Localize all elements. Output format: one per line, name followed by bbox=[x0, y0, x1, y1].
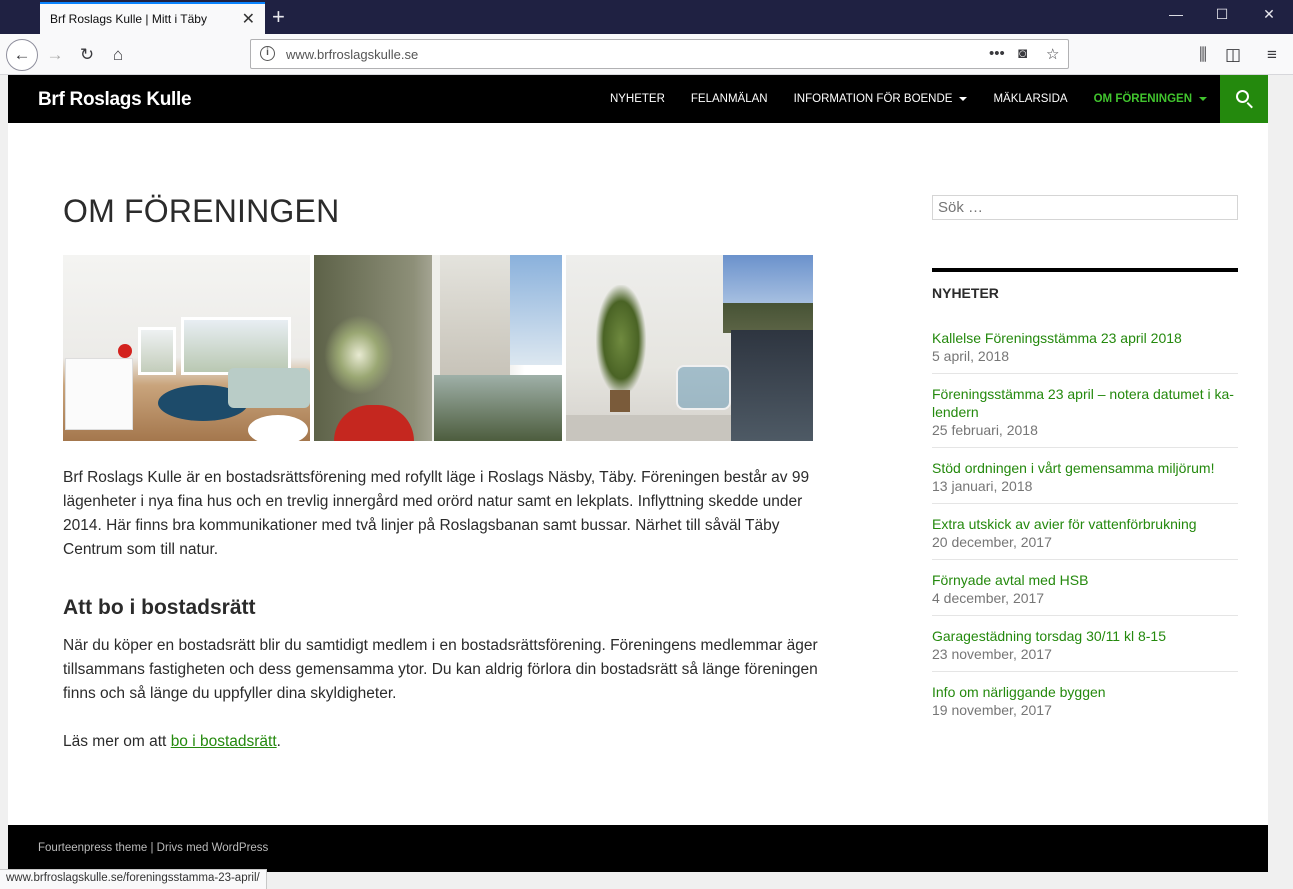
news-date: 23 november, 2017 bbox=[932, 646, 1052, 662]
news-link[interactable]: Garagestädning torsdag 30/11 kl 8-15 bbox=[932, 627, 1238, 645]
list-item: Info om närliggande byggen 19 november, … bbox=[932, 683, 1238, 727]
tab-close-icon[interactable]: ✕ bbox=[242, 9, 255, 29]
bookmark-star-icon[interactable]: ☆ bbox=[1046, 45, 1059, 63]
search-input[interactable] bbox=[933, 196, 1237, 219]
list-item: Förnyade avtal med HSB 4 december, 2017 bbox=[932, 571, 1238, 616]
pocket-icon[interactable]: ◙ bbox=[1018, 45, 1027, 62]
news-date: 5 april, 2018 bbox=[932, 348, 1010, 364]
list-item: Extra utskick av avier för vattenförbruk… bbox=[932, 515, 1238, 560]
news-date: 4 december, 2017 bbox=[932, 590, 1045, 606]
news-link[interactable]: Info om närliggande byggen bbox=[932, 683, 1238, 701]
footer-credits[interactable]: Fourteenpress theme | Drivs med WordPres… bbox=[38, 842, 268, 854]
section-paragraph: När du köper en bostadsrätt blir du samt… bbox=[63, 637, 818, 702]
news-date: 20 december, 2017 bbox=[932, 534, 1052, 550]
caret-down-icon bbox=[1199, 96, 1207, 101]
site-footer: Fourteenpress theme | Drivs med WordPres… bbox=[8, 825, 1268, 872]
new-tab-icon[interactable]: + bbox=[272, 4, 285, 30]
tab-title: Brf Roslags Kulle | Mitt i Täby bbox=[50, 12, 207, 26]
search-icon bbox=[1236, 90, 1249, 103]
library-icon[interactable]: ⫼ bbox=[1190, 42, 1216, 68]
menu-item-nyheter[interactable]: NYHETER bbox=[597, 75, 678, 123]
site-title[interactable]: Brf Roslags Kulle bbox=[38, 89, 192, 111]
widget-divider bbox=[932, 268, 1238, 272]
balcony-photo[interactable] bbox=[566, 255, 813, 441]
news-link[interactable]: Extra utskick av avier för vattenförbruk… bbox=[932, 515, 1238, 533]
search-toggle-button[interactable] bbox=[1220, 75, 1268, 123]
page-title: OM FÖRENINGEN bbox=[63, 193, 340, 229]
reload-icon[interactable]: ↻ bbox=[74, 42, 100, 68]
list-item: Stöd ordningen i vårt gemensamma miljöru… bbox=[932, 459, 1238, 504]
browser-tab-bar: Brf Roslags Kulle | Mitt i Täby ✕ + — ☐ … bbox=[0, 0, 1293, 34]
search-field[interactable] bbox=[932, 195, 1238, 220]
photo-gallery bbox=[63, 255, 813, 441]
news-date: 19 november, 2017 bbox=[932, 702, 1052, 718]
maximize-icon[interactable]: ☐ bbox=[1212, 6, 1232, 23]
primary-menu: NYHETER FELANMÄLAN INFORMATION FÖR BOEND… bbox=[597, 75, 1220, 123]
forward-icon[interactable]: → bbox=[42, 42, 68, 68]
window-close-icon[interactable]: ✕ bbox=[1259, 6, 1279, 23]
web-page: Brf Roslags Kulle NYHETER FELANMÄLAN INF… bbox=[8, 75, 1268, 872]
section-heading: Att bo i bostadsrätt bbox=[63, 596, 256, 619]
url-bar[interactable]: i www.brfroslagskulle.se ••• ◙ ☆ bbox=[250, 39, 1069, 69]
site-info-icon[interactable]: i bbox=[260, 46, 275, 61]
news-list: Kallelse Föreningsstämma 23 april 2018 5… bbox=[932, 329, 1238, 738]
news-link[interactable]: Kallelse Föreningsstämma 23 april 2018 bbox=[932, 329, 1238, 347]
news-date: 13 januari, 2018 bbox=[932, 478, 1033, 494]
widget-title: NYHETER bbox=[932, 285, 999, 301]
site-header: Brf Roslags Kulle NYHETER FELANMÄLAN INF… bbox=[8, 75, 1268, 123]
menu-item-felanmalan[interactable]: FELANMÄLAN bbox=[678, 75, 781, 123]
living-room-photo[interactable] bbox=[63, 255, 310, 441]
browser-toolbar: ← → ↻ ⌂ i www.brfroslagskulle.se ••• ◙ ☆… bbox=[0, 34, 1293, 75]
scrollbar[interactable] bbox=[1268, 75, 1285, 872]
status-bar: www.brfroslagskulle.se/foreningsstamma-2… bbox=[0, 869, 267, 889]
window-plant-photo[interactable] bbox=[314, 255, 562, 441]
list-item: Garagestädning torsdag 30/11 kl 8-15 23 … bbox=[932, 627, 1238, 672]
browser-tab[interactable]: Brf Roslags Kulle | Mitt i Täby ✕ bbox=[40, 2, 265, 34]
menu-item-maklarsida[interactable]: MÄKLARSIDA bbox=[980, 75, 1080, 123]
bostadsratt-link[interactable]: bo i bostadsrätt bbox=[171, 733, 277, 750]
caret-down-icon bbox=[959, 96, 968, 101]
news-link[interactable]: Föreningsstämma 23 april – notera datume… bbox=[932, 385, 1238, 421]
news-link[interactable]: Förnyade avtal med HSB bbox=[932, 571, 1238, 589]
url-text[interactable]: www.brfroslagskulle.se bbox=[286, 47, 418, 62]
back-icon[interactable]: ← bbox=[6, 39, 38, 71]
list-item: Föreningsstämma 23 april – notera datume… bbox=[932, 385, 1238, 448]
sidebar-toggle-icon[interactable]: ◫ bbox=[1220, 42, 1246, 68]
news-date: 25 februari, 2018 bbox=[932, 422, 1038, 438]
news-link[interactable]: Stöd ordningen i vårt gemensamma miljöru… bbox=[932, 459, 1238, 477]
menu-item-information-for-boende[interactable]: INFORMATION FÖR BOENDE bbox=[781, 75, 981, 123]
list-item: Kallelse Föreningsstämma 23 april 2018 5… bbox=[932, 329, 1238, 374]
page-actions-icon[interactable]: ••• bbox=[989, 45, 1005, 62]
minimize-icon[interactable]: — bbox=[1166, 6, 1186, 22]
home-icon[interactable]: ⌂ bbox=[105, 42, 131, 68]
read-more-paragraph: Läs mer om att bo i bostadsrätt. bbox=[63, 733, 281, 750]
menu-hamburger-icon[interactable]: ≡ bbox=[1259, 42, 1285, 68]
intro-paragraph: Brf Roslags Kulle är en bostadsrättsföre… bbox=[63, 469, 810, 558]
menu-item-om-foreningen[interactable]: OM FÖRENINGEN bbox=[1081, 75, 1220, 123]
